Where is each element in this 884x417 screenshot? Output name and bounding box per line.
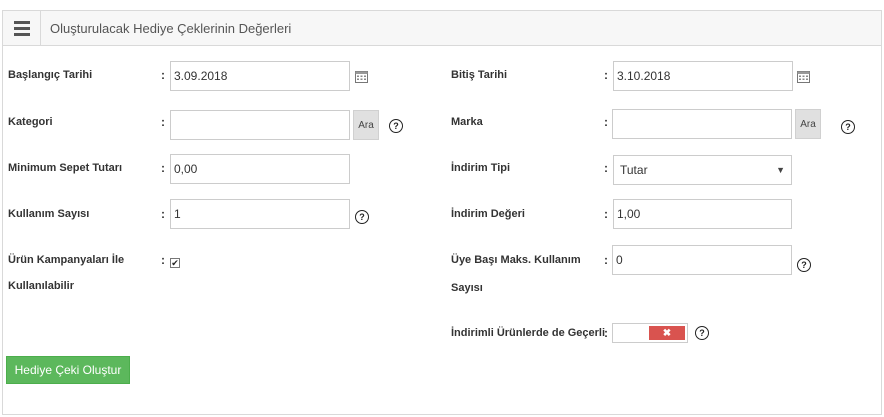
discounted-products-toggle[interactable]: ✖ <box>612 323 688 343</box>
panel-header: Oluşturulacak Hediye Çeklerinin Değerler… <box>3 11 881 46</box>
colon: : <box>604 115 608 129</box>
colon: : <box>161 207 165 221</box>
min-cart-label: Minimum Sepet Tutarı <box>8 162 123 174</box>
product-campaigns-label-line1: Ürün Kampanyaları İle <box>8 254 125 266</box>
brand-search-button[interactable]: Ara <box>795 109 821 139</box>
brand-input[interactable] <box>612 109 792 139</box>
discount-value-input[interactable] <box>613 199 792 229</box>
start-date-input[interactable] <box>170 61 350 91</box>
calendar-icon[interactable] <box>355 71 368 83</box>
category-search-button[interactable]: Ara <box>353 110 379 140</box>
usage-count-label: Kullanım Sayısı <box>8 208 90 220</box>
max-per-member-label-line2: Sayısı <box>451 282 483 294</box>
colon: : <box>604 253 608 267</box>
help-icon[interactable]: ? <box>355 210 369 224</box>
max-per-member-label-line1: Üye Başı Maks. Kullanım <box>451 254 581 266</box>
colon: : <box>161 161 165 175</box>
discount-type-label: İndirim Tipi <box>451 162 511 174</box>
brand-label: Marka <box>451 116 483 128</box>
product-campaigns-checkbox[interactable]: ✔ <box>170 258 180 268</box>
panel-title: Oluşturulacak Hediye Çeklerinin Değerler… <box>50 21 292 36</box>
start-date-label: Başlangıç Tarihi <box>8 69 93 81</box>
hamburger-menu-icon[interactable] <box>3 11 41 45</box>
calendar-icon[interactable] <box>797 71 810 83</box>
product-campaigns-label-line2: Kullanılabilir <box>8 280 75 292</box>
colon: : <box>161 253 165 267</box>
discount-type-select[interactable]: Tutar ▼ <box>613 155 792 185</box>
close-icon: ✖ <box>649 326 685 340</box>
colon: : <box>161 68 165 82</box>
discount-value-label: İndirim Değeri <box>451 208 525 220</box>
end-date-input[interactable] <box>613 61 793 91</box>
category-label: Kategori <box>8 116 53 128</box>
colon: : <box>604 161 608 175</box>
colon: : <box>161 115 165 129</box>
help-icon[interactable]: ? <box>797 258 811 272</box>
colon: : <box>604 326 608 340</box>
help-icon[interactable]: ? <box>389 119 403 133</box>
min-cart-input[interactable] <box>170 154 350 184</box>
create-gift-voucher-button[interactable]: Hediye Çeki Oluştur <box>6 356 130 384</box>
colon: : <box>604 68 608 82</box>
discounted-products-label: İndirimli Ürünlerde de Geçerli <box>451 327 606 339</box>
discount-type-value: Tutar <box>620 163 648 177</box>
category-input[interactable] <box>170 110 350 140</box>
max-per-member-input[interactable] <box>612 245 792 275</box>
help-icon[interactable]: ? <box>695 326 709 340</box>
help-icon[interactable]: ? <box>841 120 855 134</box>
usage-count-input[interactable] <box>170 199 350 229</box>
end-date-label: Bitiş Tarihi <box>451 69 508 81</box>
dropdown-arrow-icon: ▼ <box>776 165 785 175</box>
colon: : <box>604 207 608 221</box>
